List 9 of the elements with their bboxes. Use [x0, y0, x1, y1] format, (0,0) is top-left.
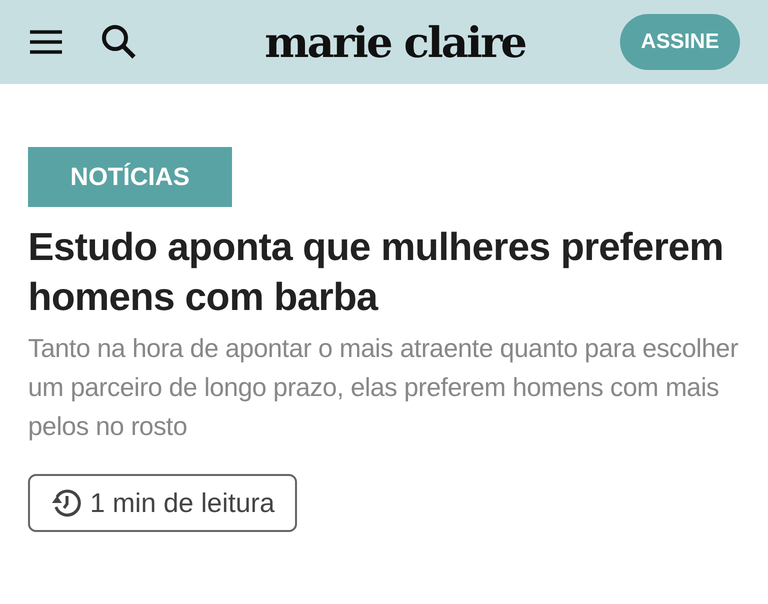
article-subtitle: Tanto na hora de apontar o mais atraente quanto para escolher um parceiro de longo prazo, elas preferem homens com mais pelos no rosto	[28, 332, 740, 443]
history-icon	[50, 487, 82, 519]
category-tag[interactable]: NOTÍCIAS	[28, 147, 232, 207]
menu-icon[interactable]	[28, 29, 64, 55]
logo[interactable]: marie claire	[264, 10, 526, 74]
subscribe-button[interactable]: ASSINE	[620, 14, 740, 70]
reading-time: 1 min de leitura	[90, 486, 275, 520]
article-title: Estudo aponta que mulheres preferem homens com barba	[28, 225, 724, 321]
search-icon[interactable]	[100, 23, 138, 61]
